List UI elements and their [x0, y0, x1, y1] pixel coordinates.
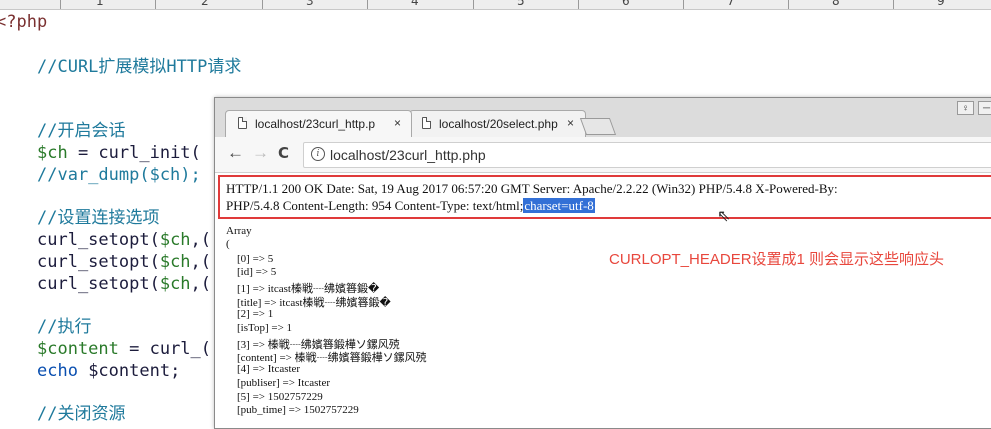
code-line: echo $content; [37, 360, 180, 382]
code-line: curl_setopt($ch,( [37, 229, 211, 251]
code-token: curl_setopt( [37, 252, 160, 272]
body-line: ( [226, 238, 230, 250]
code-token: $ch [37, 143, 68, 163]
ruler-number: 2 [201, 0, 209, 8]
ruler-number: 1 [96, 0, 104, 8]
forward-button[interactable]: → [252, 144, 269, 162]
ruler-number: 9 [937, 0, 945, 8]
ruler-number: 6 [622, 0, 630, 8]
code-token: ,( [190, 274, 212, 294]
new-tab-button[interactable] [579, 118, 617, 135]
user-icon[interactable]: ♀ [957, 101, 974, 115]
close-icon[interactable]: × [394, 116, 401, 130]
ruler-number: 4 [411, 0, 419, 8]
ruler-number: 3 [306, 0, 314, 8]
back-button[interactable]: ← [227, 144, 244, 162]
code-token: curl_setopt( [37, 230, 160, 250]
code-line: curl_setopt($ch,( [37, 251, 211, 273]
code-line: //CURL扩展模拟HTTP请求 [37, 57, 242, 77]
code-line: //var_dump($ch); [37, 165, 201, 185]
page-icon [238, 117, 247, 129]
close-icon[interactable]: × [567, 116, 574, 130]
code-line: //设置连接选项 [37, 208, 160, 228]
address-url: localhost/23curl_http.php [330, 147, 486, 163]
body-line: [4] => Itcaster [226, 363, 301, 375]
body-line: [id] => 5 [226, 266, 277, 278]
tab-title: localhost/23curl_http.p [255, 117, 376, 131]
ruler-number: 8 [832, 0, 840, 8]
tab-20select[interactable]: localhost/20select.php × [409, 110, 586, 137]
code-line: //开启会话 [37, 121, 126, 141]
ruler-number: 7 [727, 0, 735, 8]
code-line: //关闭资源 [37, 404, 126, 424]
selected-text[interactable]: charset=utf-8 [523, 198, 595, 213]
annotation-note: CURLOPT_HEADER设置成1 则会显示这些响应头 [609, 251, 945, 268]
code-token: echo [37, 361, 78, 381]
code-token: $ch [159, 274, 191, 294]
code-token: $content [37, 339, 119, 359]
code-token: $ch [159, 230, 191, 250]
browser-window: localhost/23curl_http.p × localhost/20se… [214, 97, 991, 429]
minimize-button[interactable]: ─ [978, 101, 991, 115]
code-token: = curl_init( [67, 143, 201, 163]
browser-toolbar: ← → C i localhost/23curl_http.php [215, 137, 991, 173]
body-line: Array [226, 225, 252, 237]
body-line: [5] => 1502757229 [226, 391, 323, 403]
tab-23curl-http[interactable]: localhost/23curl_http.p × [225, 110, 412, 137]
code-token: curl_setopt( [37, 274, 160, 294]
address-bar[interactable]: i localhost/23curl_http.php [303, 142, 991, 168]
reload-button[interactable]: C [278, 144, 289, 162]
page-icon [422, 117, 431, 129]
code-line: $content = curl_( [37, 338, 211, 360]
code-token: ,( [190, 252, 212, 272]
code-line: curl_setopt($ch,( [37, 273, 211, 295]
body-line: [isTop] => 1 [226, 322, 293, 334]
code-token: $content; [77, 361, 181, 381]
code-line: <?php [0, 12, 48, 32]
body-line: [publiser] => Itcaster [226, 377, 331, 389]
mouse-cursor-icon: ⇖ [717, 208, 731, 225]
tab-title: localhost/20select.php [439, 117, 558, 131]
tab-strip: localhost/23curl_http.p × localhost/20se… [215, 98, 991, 137]
code-line: $ch = curl_init( [37, 142, 201, 164]
code-line: //执行 [37, 317, 92, 337]
info-icon[interactable]: i [311, 147, 325, 161]
ruler-number: 5 [517, 0, 525, 8]
response-header-line: PHP/5.4.8 Content-Length: 954 Content-Ty… [226, 198, 595, 214]
body-line: [2] => 1 [226, 308, 274, 320]
response-header-line: HTTP/1.1 200 OK Date: Sat, 19 Aug 2017 0… [226, 181, 838, 196]
code-token: = curl_( [118, 339, 212, 359]
response-header-text: PHP/5.4.8 Content-Length: 954 Content-Ty… [226, 198, 524, 213]
body-line: [pub_time] => 1502757229 [226, 404, 359, 416]
code-token: ,( [190, 230, 212, 250]
body-line: [0] => 5 [226, 253, 274, 265]
code-token: $ch [159, 252, 191, 272]
editor-ruler: 1 2 3 4 5 6 7 8 9 [0, 0, 991, 10]
